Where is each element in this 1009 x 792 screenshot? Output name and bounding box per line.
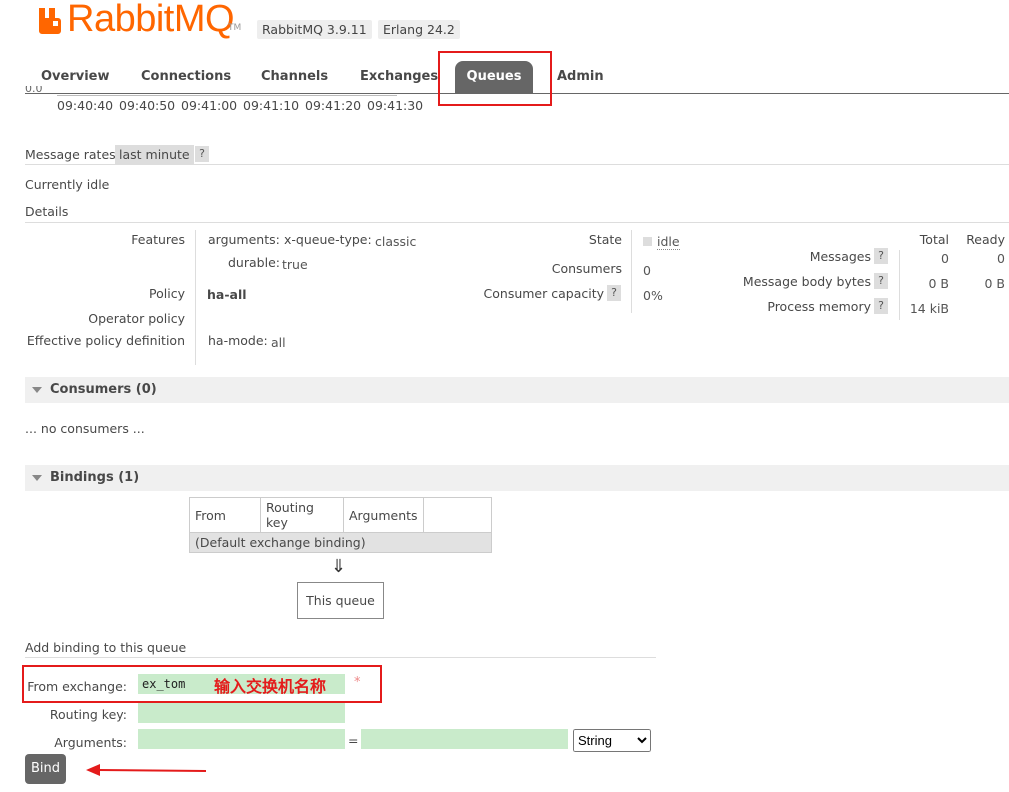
argument-type-select[interactable]: String (573, 729, 651, 752)
status-text: Currently idle (25, 177, 110, 192)
consumers-label: Consumers (551, 261, 622, 276)
collapse-triangle-icon (32, 387, 42, 393)
policy-value[interactable]: ha-all (207, 287, 247, 302)
no-consumers-text: ... no consumers ... (25, 421, 145, 436)
chart-x-tick: 09:41:10 (243, 98, 300, 113)
ha-mode-key: ha-mode: (208, 333, 268, 348)
message-rates-range[interactable]: last minute (115, 145, 194, 164)
from-exchange-value: ex_tom (142, 677, 186, 691)
erlang-version-badge: Erlang 24.2 (378, 20, 460, 39)
tab-channels[interactable]: Channels (261, 69, 328, 84)
features-label: Features (131, 232, 185, 247)
column-separator (195, 230, 196, 365)
collapse-triangle-icon (32, 475, 42, 481)
routing-key-input[interactable] (138, 703, 345, 723)
consumer-capacity-value: 0% (643, 288, 663, 303)
divider (25, 164, 1009, 165)
rabbitmq-logo-icon (39, 8, 61, 34)
message-body-bytes-ready: 0 B (984, 276, 1005, 291)
argument-key-input[interactable] (138, 729, 345, 749)
this-queue-box: This queue (297, 582, 384, 619)
logo-text: RabbitMQ (67, 0, 235, 40)
state-label: State (588, 232, 622, 247)
arguments-label: Arguments: (54, 735, 127, 750)
column-header-arguments: Arguments (343, 497, 424, 533)
annotation-text: 输入交换机名称 (214, 677, 327, 696)
durable-value: true (282, 257, 308, 272)
chart-y-tick: 0.0 (25, 86, 43, 94)
down-arrow-icon: ⇓ (331, 556, 347, 577)
message-body-bytes-label: Message body bytes (742, 274, 871, 289)
required-marker: * (354, 675, 361, 690)
durable-key: durable: (228, 255, 280, 270)
policy-label: Policy (149, 286, 185, 301)
arguments-key: arguments: (208, 232, 280, 247)
x-queue-type-value: classic (375, 234, 417, 249)
add-binding-title: Add binding to this queue (25, 640, 187, 655)
column-header-routing-key: Routing key (260, 497, 344, 533)
message-body-bytes-total: 0 B (928, 276, 949, 291)
stats-header-ready: Ready (966, 232, 1005, 247)
consumer-capacity-label: Consumer capacity (483, 286, 604, 301)
column-header-from: From (189, 497, 261, 533)
argument-value-input[interactable] (361, 729, 568, 749)
divider (25, 222, 1009, 223)
process-memory-value: 14 kiB (909, 301, 949, 316)
column-separator (899, 250, 900, 320)
default-exchange-binding: (Default exchange binding) (189, 532, 492, 553)
divider (25, 657, 656, 658)
messages-total: 0 (941, 251, 949, 266)
effective-policy-label: Effective policy definition (26, 333, 185, 348)
column-header-actions (422, 497, 493, 533)
message-body-bytes-help-icon[interactable]: ? (874, 273, 888, 289)
messages-ready: 0 (997, 251, 1005, 266)
column-separator (631, 230, 632, 313)
logo-trademark: TM (228, 23, 242, 33)
consumers-section-title: Consumers (0) (50, 382, 157, 397)
x-queue-type-key: x-queue-type: (284, 232, 372, 247)
message-rates-help-icon[interactable]: ? (195, 146, 209, 162)
routing-key-label: Routing key: (49, 707, 127, 722)
table-row: (Default exchange binding) (189, 532, 492, 553)
table-header-row: From Routing key Arguments (189, 497, 493, 533)
chart-x-tick: 09:41:30 (367, 98, 424, 113)
messages-help-icon[interactable]: ? (874, 248, 888, 264)
chart-x-tick: 09:41:20 (305, 98, 362, 113)
chart-x-axis (57, 95, 397, 96)
chart-x-tick: 09:40:40 (57, 98, 114, 113)
queues-tab-highlight-box (438, 51, 552, 106)
bindings-section-header[interactable]: Bindings (1) (25, 465, 1009, 491)
process-memory-label: Process memory (767, 299, 871, 314)
bindings-section-title: Bindings (1) (50, 470, 140, 485)
chart-x-tick: 09:40:50 (119, 98, 176, 113)
process-memory-help-icon[interactable]: ? (874, 298, 888, 314)
tab-admin[interactable]: Admin (557, 69, 604, 84)
consumer-capacity-help-icon[interactable]: ? (607, 285, 621, 301)
bindings-table: From Routing key Arguments (Default exch… (189, 497, 493, 553)
state-indicator-icon (643, 237, 652, 246)
stats-header-total: Total (919, 232, 949, 247)
annotation-arrow-icon (86, 764, 207, 776)
details-title: Details (25, 204, 69, 219)
tab-exchanges[interactable]: Exchanges (360, 69, 438, 84)
consumers-section-header[interactable]: Consumers (0) (25, 377, 1009, 403)
tab-overview[interactable]: Overview (41, 69, 110, 84)
consumers-value: 0 (643, 263, 651, 278)
ha-mode-value: all (271, 335, 286, 350)
message-rates-label: Message rates (25, 147, 116, 162)
bind-button[interactable]: Bind (25, 754, 66, 784)
messages-label: Messages (809, 249, 871, 264)
operator-policy-label: Operator policy (88, 311, 185, 326)
equals-sign: = (348, 733, 359, 748)
tab-connections[interactable]: Connections (141, 69, 231, 84)
from-exchange-label: From exchange: (27, 679, 127, 694)
state-value: idle (657, 234, 680, 250)
rabbitmq-version-badge: RabbitMQ 3.9.11 (257, 20, 372, 39)
chart-x-tick: 09:41:00 (181, 98, 238, 113)
